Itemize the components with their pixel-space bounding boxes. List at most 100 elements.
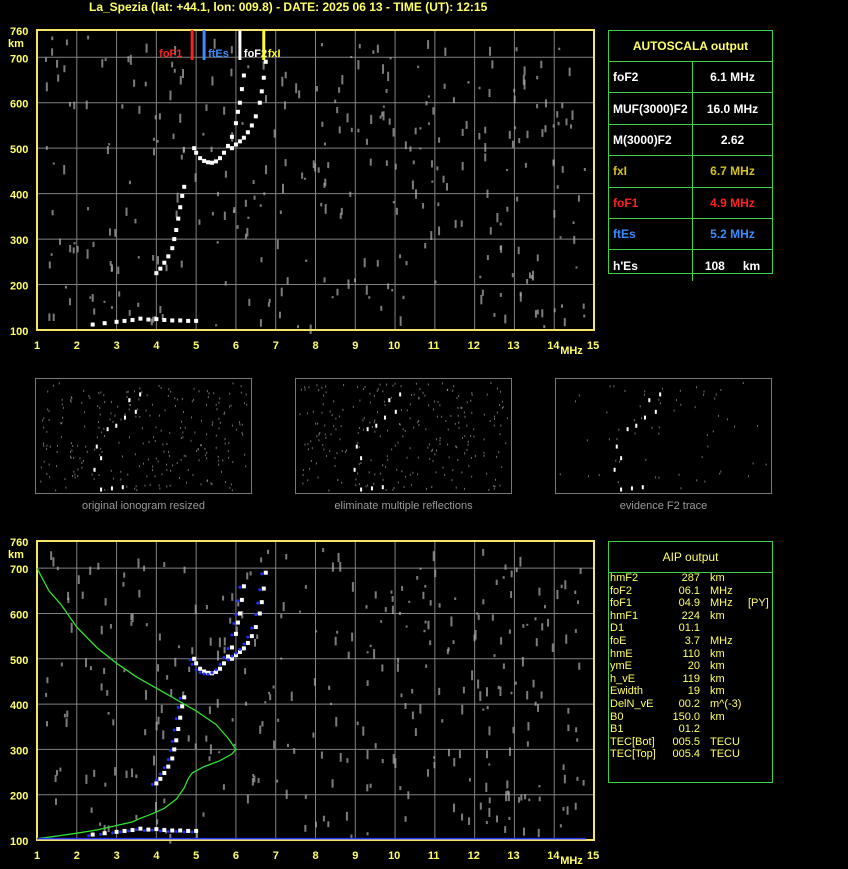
noise-speck	[323, 182, 326, 188]
noise-speck	[321, 121, 324, 127]
noise-speck	[480, 295, 483, 305]
x-tick-label: 8	[313, 340, 319, 352]
noise-speck	[485, 782, 488, 792]
fitted-point	[226, 658, 230, 662]
noise-speck	[312, 160, 315, 169]
aip-cell: DelN_vE	[610, 697, 654, 710]
noise-speck	[290, 691, 293, 701]
noise-speck	[454, 597, 457, 600]
noise-speck	[416, 575, 419, 580]
noise-speck	[223, 646, 226, 654]
autoscala-unit: km	[742, 258, 761, 273]
y-unit-label: km	[8, 38, 24, 50]
noise-speck	[231, 593, 234, 601]
trace-point	[170, 756, 175, 761]
noise-speck	[562, 806, 565, 811]
y-tick-label: 400	[10, 190, 28, 202]
noise-speck	[567, 724, 570, 732]
noise-speck	[500, 637, 503, 645]
noise-speck	[485, 820, 488, 825]
noise-speck	[52, 557, 55, 567]
trace-point	[102, 321, 107, 326]
fitted-point	[87, 834, 91, 838]
noise-speck	[216, 191, 219, 197]
caption-f2-trace: evidence F2 trace	[619, 500, 708, 512]
noise-speck	[563, 318, 566, 327]
aip-cell: MHz	[710, 597, 733, 610]
noise-speck	[571, 110, 574, 120]
aip-cell	[748, 585, 778, 598]
noise-speck	[568, 67, 571, 77]
noise-speck	[583, 314, 586, 318]
noise-speck	[419, 147, 422, 150]
fitted-point	[246, 635, 250, 639]
noise-speck	[443, 83, 446, 89]
fitted-point	[134, 828, 138, 832]
noise-speck	[251, 777, 254, 786]
noise-speck	[241, 122, 244, 125]
noise-speck	[205, 605, 208, 610]
noise-speck	[143, 565, 146, 572]
noise-speck	[340, 207, 343, 215]
noise-speck	[419, 704, 422, 714]
fitted-point	[232, 622, 236, 626]
noise-speck	[468, 778, 471, 782]
noise-speck	[125, 207, 128, 216]
noise-speck	[114, 767, 117, 776]
noise-speck	[384, 607, 387, 612]
noise-speck	[104, 598, 107, 606]
noise-speck	[301, 172, 304, 179]
noise-speck	[334, 99, 337, 104]
noise-speck	[484, 143, 487, 152]
fitted-point	[234, 651, 238, 655]
noise-speck	[216, 241, 219, 244]
noise-speck	[260, 557, 263, 563]
noise-speck	[369, 644, 372, 647]
aip-cell	[748, 648, 778, 661]
noise-speck	[87, 207, 90, 211]
noise-speck	[89, 566, 92, 575]
noise-speck	[436, 166, 439, 171]
noise-speck	[209, 744, 212, 755]
trace-point	[166, 764, 171, 769]
noise-speck	[273, 129, 276, 138]
noise-speck	[208, 756, 211, 761]
aip-cell: 224	[681, 609, 700, 622]
autoscala-value: 4.9 MHz	[710, 195, 755, 210]
trace-point	[170, 246, 175, 251]
noise-speck	[313, 678, 316, 686]
noise-speck	[114, 229, 117, 237]
aip-cell: TEC[Bot]	[610, 735, 655, 748]
noise-speck	[433, 756, 436, 759]
noise-speck	[285, 553, 288, 560]
aip-cell: km	[710, 609, 725, 622]
noise-speck	[51, 48, 54, 56]
y-tick-label: 100	[10, 836, 28, 848]
noise-speck	[187, 735, 190, 742]
fitted-point	[254, 612, 258, 616]
noise-speck	[461, 161, 464, 171]
noise-speck	[532, 679, 535, 688]
noise-speck	[395, 207, 398, 215]
noise-speck	[246, 572, 249, 580]
noise-speck	[51, 36, 54, 41]
fitted-point	[250, 626, 254, 630]
noise-speck	[582, 779, 585, 786]
noise-speck	[180, 154, 183, 160]
noise-speck	[528, 272, 531, 279]
noise-speck	[137, 302, 140, 307]
trace-point	[257, 100, 262, 105]
trace-point	[130, 828, 135, 833]
trace-point	[249, 634, 254, 639]
noise-speck	[374, 743, 377, 749]
thumbnail-f2-trace	[555, 378, 772, 494]
noise-speck	[86, 249, 89, 259]
aip-cell: km	[710, 660, 725, 673]
noise-speck	[519, 291, 522, 297]
noise-speck	[404, 703, 407, 710]
fitted-point	[214, 668, 218, 672]
fitted-point	[168, 748, 172, 752]
noise-speck	[499, 292, 502, 297]
noise-speck	[394, 163, 397, 170]
noise-speck	[331, 562, 334, 572]
